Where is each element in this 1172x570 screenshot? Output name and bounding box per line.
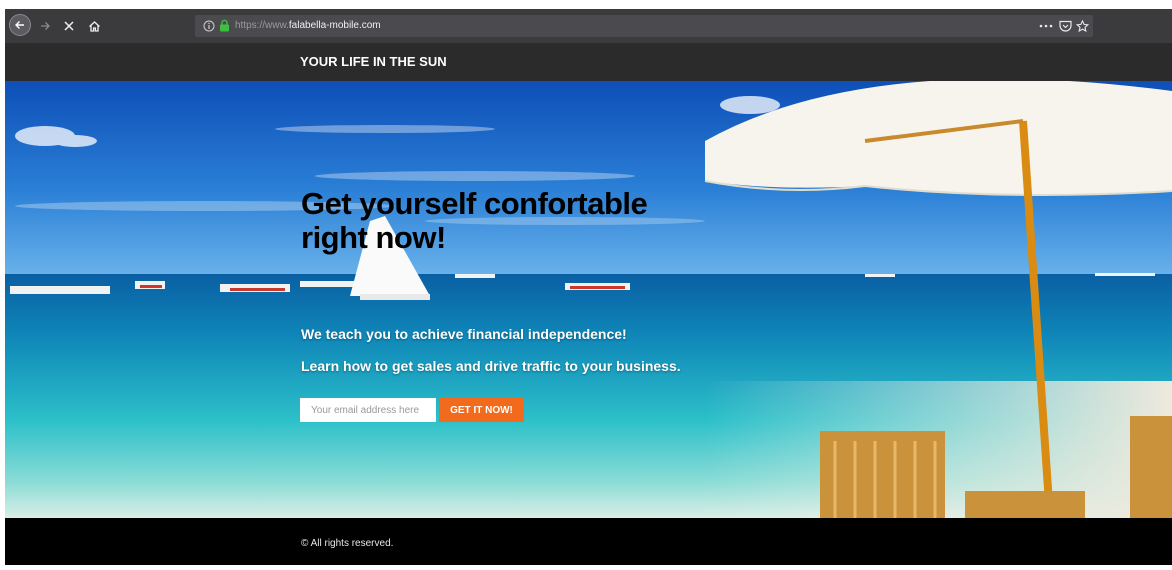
beach-background: [5, 81, 1172, 518]
hero-headline-line1: Get yourself confortable: [301, 186, 648, 221]
back-arrow-icon: [15, 21, 24, 29]
site-header: YOUR LIFE IN THE SUN: [5, 43, 1172, 81]
page-actions-button[interactable]: [1036, 9, 1056, 43]
bookmark-star-icon: [1075, 19, 1089, 32]
email-input[interactable]: [300, 398, 436, 422]
forward-arrow-icon: [41, 22, 50, 30]
pocket-icon: [1058, 20, 1072, 32]
url-domain: falabella-mobile.com: [288, 20, 381, 31]
hero-section: Get yourself confortable right now! We t…: [5, 81, 1172, 518]
site-footer: © All rights reserved.: [5, 518, 1172, 565]
home-button[interactable]: [85, 9, 103, 43]
hero-headline-line2: right now!: [301, 220, 446, 255]
back-button[interactable]: [9, 14, 31, 36]
copyright-text: © All rights reserved.: [301, 538, 394, 549]
url-bar[interactable]: https://www.falabella-mobile.com: [195, 15, 1093, 37]
stop-button[interactable]: [61, 9, 77, 43]
more-dots-icon: [1039, 24, 1053, 28]
url-prefix: https://www.: [235, 20, 289, 31]
lock-icon: [220, 19, 229, 32]
site-brand[interactable]: YOUR LIFE IN THE SUN: [300, 43, 447, 81]
forward-button[interactable]: [37, 9, 53, 43]
get-it-now-button[interactable]: GET IT NOW!: [439, 398, 524, 422]
browser-toolbar: https://www.falabella-mobile.com: [5, 9, 1172, 43]
hero-headline: Get yourself confortable right now!: [301, 186, 648, 255]
info-icon: [203, 20, 215, 32]
pocket-button[interactable]: [1057, 9, 1073, 43]
hero-subtitle-1: We teach you to achieve financial indepe…: [301, 326, 627, 342]
bookmark-button[interactable]: [1074, 9, 1090, 43]
hero-subtitle-2: Learn how to get sales and drive traffic…: [301, 358, 681, 374]
stop-x-icon: [64, 21, 74, 31]
url-text: https://www.falabella-mobile.com: [235, 15, 381, 37]
home-icon: [88, 20, 100, 32]
